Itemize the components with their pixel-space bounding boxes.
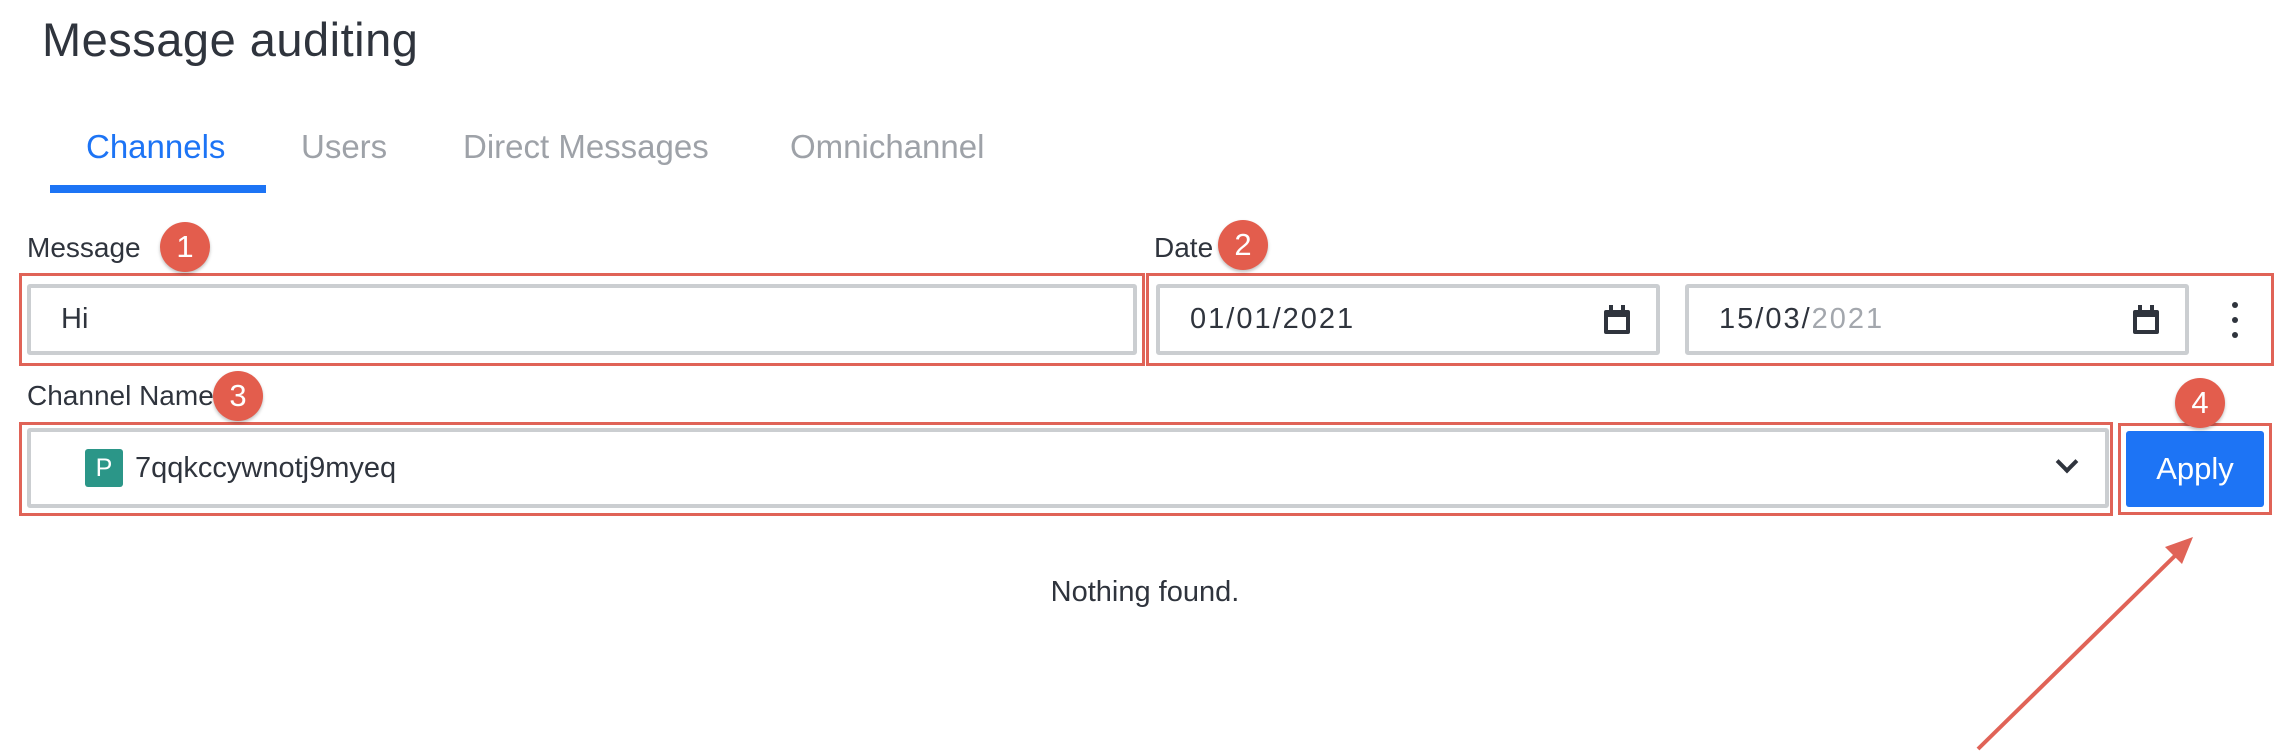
- date-label: Date: [1154, 232, 1214, 263]
- tab-omnichannel[interactable]: Omnichannel: [790, 128, 984, 166]
- chevron-down-icon: [2055, 450, 2079, 474]
- date-end-value: 15/03/2021: [1719, 303, 1885, 335]
- annotation-arrow: [1976, 537, 2193, 751]
- calendar-icon[interactable]: [2131, 304, 2161, 335]
- date-start-value: 01/01/2021: [1190, 303, 1356, 335]
- annotation-badge-2: 2: [1218, 220, 1268, 270]
- page-title: Message auditing: [42, 13, 419, 66]
- active-tab-indicator: [50, 185, 266, 193]
- more-options-icon[interactable]: [2229, 302, 2241, 338]
- message-input-value: Hi: [61, 303, 89, 335]
- channel-select[interactable]: P 7qqkccywnotj9myeq: [27, 428, 2109, 508]
- annotation-badge-1: 1: [160, 222, 210, 272]
- tab-channels[interactable]: Channels: [86, 128, 225, 166]
- date-start-input[interactable]: 01/01/2021: [1156, 284, 1660, 355]
- annotation-badge-4: 4: [2175, 378, 2225, 428]
- calendar-icon[interactable]: [1602, 304, 1632, 335]
- message-label: Message: [27, 232, 141, 263]
- annotation-badge-3: 3: [213, 371, 263, 421]
- empty-results-message: Nothing found.: [1050, 576, 1240, 608]
- tab-direct-messages[interactable]: Direct Messages: [463, 128, 709, 166]
- message-input[interactable]: Hi: [27, 284, 1137, 355]
- tab-users[interactable]: Users: [301, 128, 387, 166]
- date-end-input[interactable]: 15/03/2021: [1685, 284, 2189, 355]
- channel-avatar: P: [85, 449, 123, 487]
- channel-name-label: Channel Name: [27, 380, 214, 411]
- channel-select-value: 7qqkccywnotj9myeq: [135, 451, 397, 484]
- apply-button[interactable]: Apply: [2126, 431, 2264, 507]
